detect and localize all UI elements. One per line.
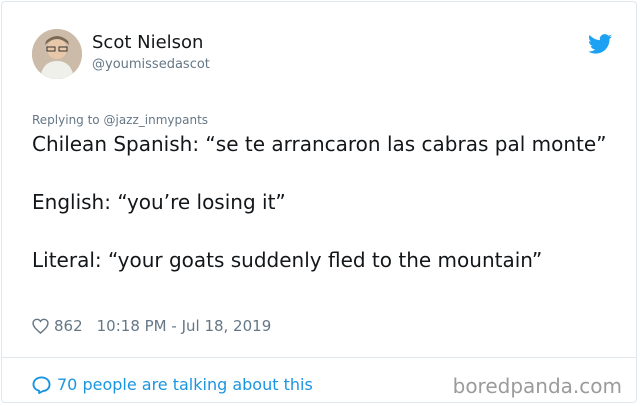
- tweet-line-chilean: Chilean Spanish: “se te arrancaron las c…: [32, 132, 607, 156]
- tweet-line-english: English: “you’re losing it”: [32, 190, 286, 214]
- tweet-line-literal: Literal: “your goats suddenly fled to th…: [32, 248, 543, 272]
- reply-prefix: Replying to: [32, 113, 100, 127]
- avatar[interactable]: [32, 29, 82, 79]
- divider: [2, 357, 636, 358]
- tweet-text: Chilean Spanish: “se te arrancaron las c…: [32, 130, 617, 275]
- avatar-photo: [32, 29, 82, 79]
- reply-mention-link[interactable]: @jazz_inmypants: [103, 113, 208, 127]
- heart-icon[interactable]: [32, 318, 49, 334]
- reply-context: Replying to @jazz_inmypants: [32, 113, 208, 127]
- twitter-bird-icon[interactable]: [588, 34, 612, 54]
- tweet-meta: 862 10:18 PM - Jul 18, 2019: [32, 317, 271, 335]
- like-count[interactable]: 862: [54, 317, 83, 335]
- talking-label: 70 people are talking about this: [57, 375, 313, 394]
- author-name[interactable]: Scot Nielson: [92, 32, 203, 53]
- tweet-card: Scot Nielson @youmissedascot Replying to…: [1, 1, 637, 403]
- talking-link[interactable]: 70 people are talking about this: [32, 375, 313, 394]
- comment-bubble-icon: [32, 375, 51, 394]
- author-handle[interactable]: @youmissedascot: [92, 57, 210, 72]
- timestamp[interactable]: 10:18 PM - Jul 18, 2019: [97, 317, 272, 335]
- watermark: boredpanda.com: [452, 374, 622, 398]
